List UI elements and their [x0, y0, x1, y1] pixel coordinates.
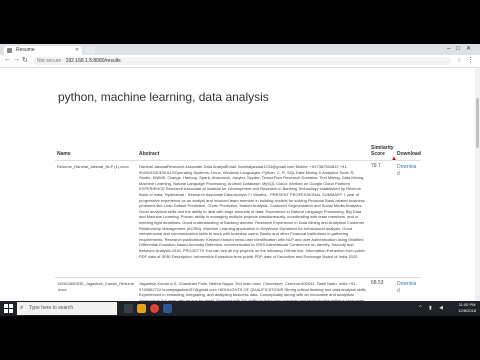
- resume-abstract: Jagadesh Kumar A S, Chandrani Flats, Net…: [137, 277, 369, 301]
- task-view-icon[interactable]: [124, 304, 133, 313]
- clock-date: 12/8/2018: [458, 308, 476, 313]
- windows-taskbar: ⌕ Type here to search ^ ▮ ◀ 11:00 PM 12/…: [0, 301, 480, 316]
- letterbox-bottom: [0, 316, 480, 360]
- table-header-row: Name Abstract Similarity Score Download: [55, 143, 421, 161]
- reload-icon[interactable]: ↻: [22, 56, 28, 64]
- back-icon[interactable]: ←: [4, 56, 11, 63]
- new-tab-button[interactable]: [85, 47, 95, 54]
- page-content: python, machine learning, data analysis …: [0, 68, 480, 301]
- app-icon[interactable]: [163, 304, 172, 313]
- bookmark-star-icon[interactable]: ☆: [457, 57, 462, 64]
- address-bar[interactable]: Not secure 192.168.1.5:8080/results: [33, 57, 451, 65]
- page-title: python, machine learning, data analysis: [58, 90, 269, 104]
- page-favicon-icon: [7, 48, 12, 53]
- taskbar-search-placeholder: Type here to search: [29, 305, 74, 311]
- download-link[interactable]: Download: [397, 164, 416, 177]
- column-header-name: Name: [55, 143, 137, 161]
- similarity-score: 68.53: [369, 277, 395, 301]
- table-row: Resume_Harshal_Jaiswal_NLP (1).docx Hars…: [55, 160, 420, 278]
- scrollbar-thumb[interactable]: [476, 98, 479, 148]
- taskbar-search-box[interactable]: ⌕ Type here to search: [17, 302, 117, 315]
- table-row: 152611660935_Jagadesh_Kumar_Resume.docx …: [55, 277, 420, 301]
- browser-tab[interactable]: Resume ✕: [4, 46, 82, 55]
- search-icon: ⌕: [20, 305, 24, 311]
- window-controls[interactable]: –□✕: [447, 45, 477, 52]
- letterbox-top: [0, 0, 480, 44]
- tab-strip: Resume ✕ –□✕: [0, 44, 480, 55]
- browser-menu-icon[interactable]: ⋮: [467, 56, 474, 64]
- download-link[interactable]: Download: [397, 281, 416, 294]
- resume-name: Resume_Harshal_Jaiswal_NLP (1).docx: [55, 160, 137, 278]
- clock[interactable]: 11:00 PM 12/8/2018: [458, 302, 476, 314]
- page-scrollbar[interactable]: [475, 68, 480, 301]
- resume-name: 152611660935_Jagadesh_Kumar_Resume.docx: [55, 277, 137, 301]
- close-tab-icon[interactable]: ✕: [75, 46, 79, 55]
- forward-icon[interactable]: →: [13, 56, 20, 63]
- resume-abstract: Harshal JaiswalResearch Associate Data A…: [137, 160, 369, 278]
- browser-window: Resume ✕ –□✕ ← → ↻ Not secure 192.168.1.…: [0, 44, 480, 301]
- not-secure-label: Not secure: [37, 58, 62, 64]
- system-tray-icons[interactable]: ^ ▮ ◀: [419, 305, 446, 311]
- column-header-abstract: Abstract: [137, 143, 369, 161]
- file-explorer-icon[interactable]: [137, 304, 146, 313]
- tab-title: Resume: [16, 47, 35, 53]
- browser-toolbar: ← → ↻ Not secure 192.168.1.5:8080/result…: [0, 55, 480, 68]
- mouse-cursor-icon: ▲: [391, 156, 397, 162]
- video-frame: Resume ✕ –□✕ ← → ↻ Not secure 192.168.1.…: [0, 0, 480, 360]
- results-table: Name Abstract Similarity Score Download …: [55, 143, 421, 301]
- windows-start-icon[interactable]: [4, 304, 13, 313]
- chrome-icon[interactable]: [150, 304, 159, 313]
- column-header-download: Download: [395, 143, 421, 161]
- similarity-score: 79.7: [369, 160, 395, 278]
- address-url: 192.168.1.5:8080/results: [65, 58, 121, 64]
